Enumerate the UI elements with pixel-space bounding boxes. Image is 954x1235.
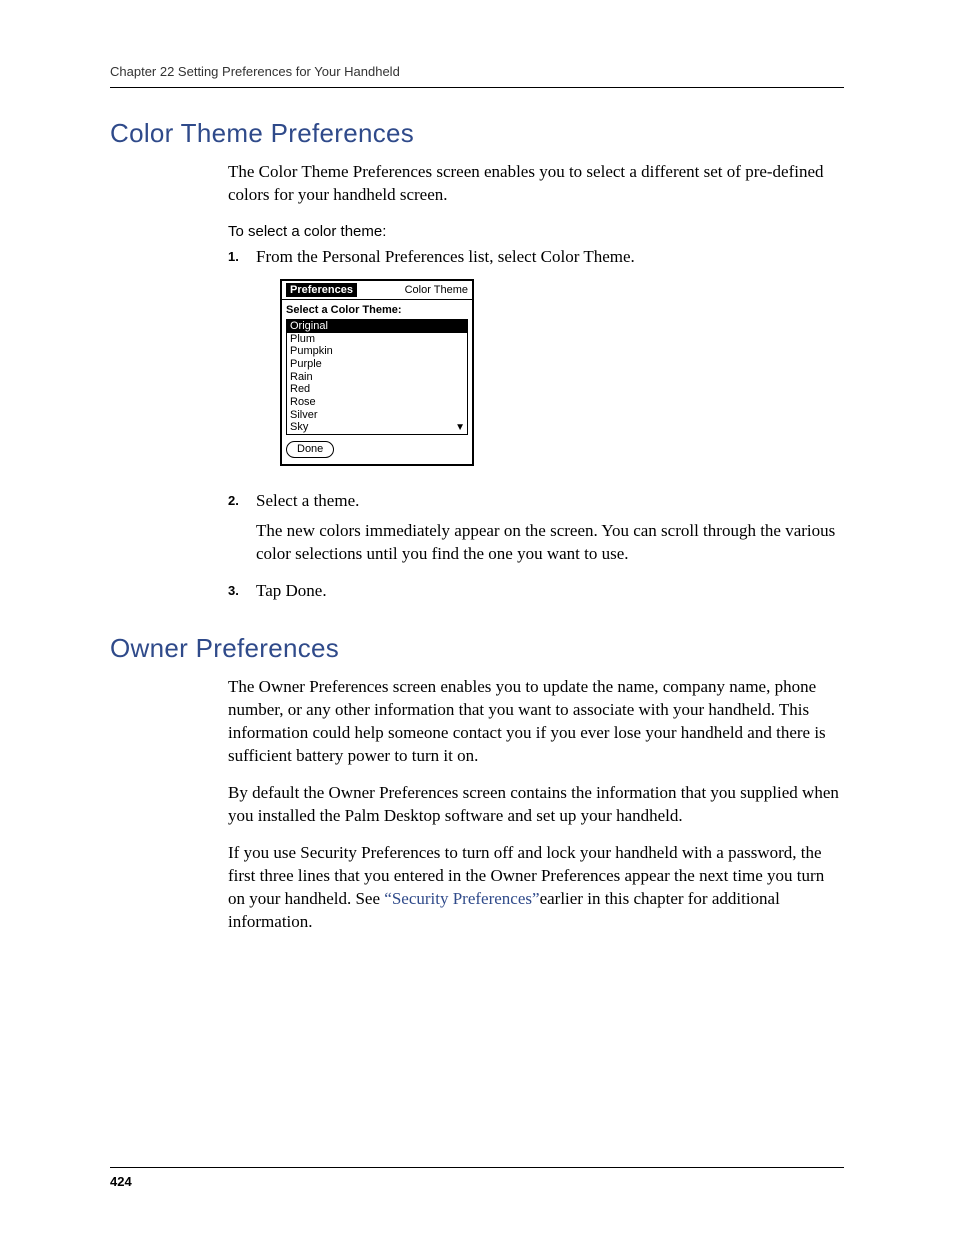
- palm-list-label: Select a Color Theme:: [286, 304, 468, 317]
- step-detail: The new colors immediately appear on the…: [256, 520, 844, 566]
- scroll-up-icon[interactable]: ▲: [455, 321, 465, 331]
- page-footer: 424: [110, 1167, 844, 1189]
- intro-paragraph: The Color Theme Preferences screen enabl…: [228, 161, 844, 207]
- list-item[interactable]: Purple: [287, 358, 467, 371]
- done-button[interactable]: Done: [286, 441, 334, 458]
- paragraph: If you use Security Preferences to turn …: [228, 842, 844, 934]
- palm-title: Preferences: [286, 283, 357, 298]
- list-item[interactable]: Plum: [287, 333, 467, 346]
- section-body: The Owner Preferences screen enables you…: [228, 676, 844, 933]
- section-body: The Color Theme Preferences screen enabl…: [228, 161, 844, 603]
- list-item[interactable]: Silver: [287, 409, 467, 422]
- step-list: From the Personal Preferences list, sele…: [228, 246, 844, 603]
- section-heading-color-theme: Color Theme Preferences: [110, 118, 844, 149]
- step-text: From the Personal Preferences list, sele…: [256, 247, 635, 266]
- list-item[interactable]: Rose: [287, 396, 467, 409]
- list-item[interactable]: Pumpkin: [287, 345, 467, 358]
- paragraph: The Owner Preferences screen enables you…: [228, 676, 844, 768]
- list-item[interactable]: Rain: [287, 371, 467, 384]
- palm-category-menu[interactable]: Color Theme: [405, 284, 468, 297]
- list-item[interactable]: Original: [287, 320, 467, 333]
- step-2: Select a theme. The new colors immediate…: [228, 490, 844, 567]
- list-item[interactable]: Red: [287, 383, 467, 396]
- step-text: Select a theme.: [256, 491, 359, 510]
- paragraph: By default the Owner Preferences screen …: [228, 782, 844, 828]
- howto-heading: To select a color theme:: [228, 223, 844, 240]
- step-text: Tap Done.: [256, 581, 327, 600]
- palm-theme-list[interactable]: ▲ Original Plum Pumpkin Purple Rain Red …: [286, 319, 468, 435]
- step-3: Tap Done.: [228, 580, 844, 603]
- list-item[interactable]: Sky: [287, 421, 467, 434]
- document-page: Chapter 22 Setting Preferences for Your …: [0, 0, 954, 1235]
- section-heading-owner: Owner Preferences: [110, 633, 844, 664]
- cross-reference-link[interactable]: “Security Preferences”: [384, 889, 539, 908]
- page-number: 424: [110, 1174, 132, 1189]
- step-1: From the Personal Preferences list, sele…: [228, 246, 844, 466]
- running-header: Chapter 22 Setting Preferences for Your …: [110, 64, 844, 88]
- palm-screenshot: Preferences Color Theme Select a Color T…: [280, 279, 844, 466]
- scroll-down-icon[interactable]: ▼: [455, 423, 465, 433]
